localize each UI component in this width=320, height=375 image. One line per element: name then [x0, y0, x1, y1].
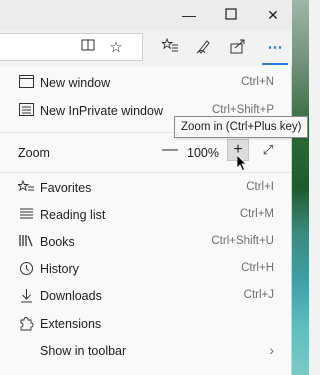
more-active-indicator: [262, 63, 288, 65]
zoom-value: 100%: [187, 146, 219, 160]
menu-item-books[interactable]: Books Ctrl+Shift+U: [0, 229, 291, 256]
share-icon[interactable]: [228, 38, 248, 58]
menu-item-downloads[interactable]: Downloads Ctrl+J: [0, 283, 291, 310]
menu-item-label: Downloads: [40, 289, 102, 303]
reading-view-icon[interactable]: [78, 38, 98, 58]
shortcut-label: Ctrl+H: [241, 262, 274, 274]
divider: [0, 172, 291, 173]
more-icon[interactable]: ⋯: [265, 38, 285, 58]
shortcut-label: Ctrl+M: [239, 208, 274, 220]
menu-item-history[interactable]: History Ctrl+H: [0, 256, 291, 283]
pen-notes-icon[interactable]: [194, 38, 214, 58]
download-icon: [18, 288, 34, 304]
favorites-hub-icon[interactable]: [160, 37, 180, 58]
menu-item-label: New window: [40, 76, 111, 90]
zoom-out-button[interactable]: —: [160, 140, 180, 160]
menu-item-label: History: [40, 262, 79, 276]
reading-list-icon: [18, 207, 34, 223]
title-bar: — ✕: [0, 0, 292, 30]
zoom-in-tooltip: Zoom in (Ctrl+Plus key): [174, 116, 309, 138]
minimize-icon[interactable]: —: [180, 6, 198, 24]
shortcut-label: Ctrl+Shift+P: [212, 104, 274, 116]
chevron-right-icon: ›: [269, 342, 274, 358]
shortcut-label: Ctrl+J: [243, 289, 274, 301]
menu-item-extensions[interactable]: Extensions: [0, 311, 291, 338]
window-icon: [18, 75, 34, 91]
menu-item-reading-list[interactable]: Reading list Ctrl+M: [0, 202, 291, 229]
favorite-star-icon[interactable]: ☆: [106, 38, 126, 58]
shortcut-label: Ctrl+I: [246, 181, 274, 193]
shortcut-label: Ctrl+Shift+U: [211, 235, 274, 247]
background-photo: [292, 0, 309, 375]
menu-item-label: Reading list: [40, 208, 106, 222]
menu-item-label: Favorites: [40, 181, 92, 195]
menu-item-favorites[interactable]: Favorites Ctrl+I: [0, 175, 291, 202]
menu-item-label: Books: [40, 235, 75, 249]
maximize-icon[interactable]: [222, 6, 240, 24]
books-icon: [18, 234, 34, 250]
menu-item-label: New InPrivate window: [40, 104, 163, 118]
history-icon: [18, 261, 34, 277]
menu-item-label: Extensions: [40, 317, 102, 331]
close-icon[interactable]: ✕: [264, 6, 282, 24]
puzzle-icon: [18, 316, 34, 332]
shortcut-label: Ctrl+N: [241, 76, 274, 88]
mouse-cursor-icon: [237, 155, 247, 171]
settings-menu: New window Ctrl+N New InPrivate window C…: [0, 66, 292, 375]
favorites-icon: [16, 179, 34, 196]
fullscreen-icon[interactable]: ⤢: [258, 140, 278, 160]
menu-item-show-in-toolbar[interactable]: Show in toolbar ›: [0, 338, 291, 365]
inprivate-icon: [18, 103, 34, 119]
browser-toolbar: ☆ ⋯: [0, 30, 292, 67]
menu-item-new-window[interactable]: New window Ctrl+N: [0, 70, 291, 97]
menu-item-label: Show in toolbar: [40, 344, 127, 358]
zoom-label: Zoom: [18, 146, 50, 160]
